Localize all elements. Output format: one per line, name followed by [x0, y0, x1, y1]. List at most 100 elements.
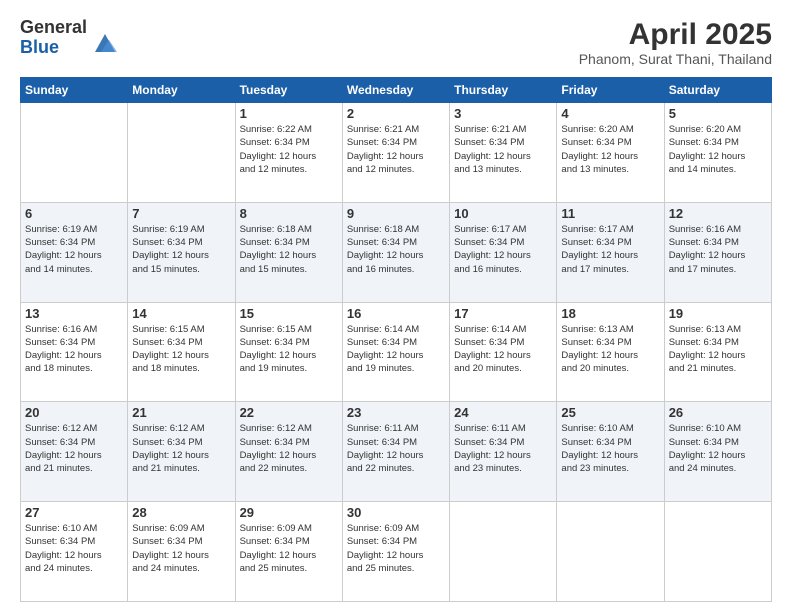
day-number: 28	[132, 505, 230, 520]
day-detail: Sunrise: 6:10 AM Sunset: 6:34 PM Dayligh…	[561, 422, 659, 475]
day-detail: Sunrise: 6:16 AM Sunset: 6:34 PM Dayligh…	[25, 323, 123, 376]
calendar-cell	[128, 103, 235, 203]
calendar-cell: 21 Sunrise: 6:12 AM Sunset: 6:34 PM Dayli…	[128, 402, 235, 502]
day-detail: Sunrise: 6:13 AM Sunset: 6:34 PM Dayligh…	[669, 323, 767, 376]
day-number: 17	[454, 306, 552, 321]
calendar-cell: 5 Sunrise: 6:20 AM Sunset: 6:34 PM Daylig…	[664, 103, 771, 203]
day-number: 24	[454, 405, 552, 420]
day-number: 12	[669, 206, 767, 221]
day-number: 20	[25, 405, 123, 420]
calendar-cell: 30Sunrise: 6:09 AM Sunset: 6:34 PM Dayli…	[342, 502, 449, 602]
day-detail: Sunrise: 6:21 AM Sunset: 6:34 PM Dayligh…	[454, 123, 552, 176]
calendar-cell	[664, 502, 771, 602]
day-detail: Sunrise: 6:10 AM Sunset: 6:34 PM Dayligh…	[669, 422, 767, 475]
day-number: 25	[561, 405, 659, 420]
calendar-cell: 8 Sunrise: 6:18 AM Sunset: 6:34 PM Daylig…	[235, 202, 342, 302]
calendar-header-wednesday: Wednesday	[342, 78, 449, 103]
day-detail: Sunrise: 6:15 AM Sunset: 6:34 PM Dayligh…	[240, 323, 338, 376]
day-detail: Sunrise: 6:20 AM Sunset: 6:34 PM Dayligh…	[669, 123, 767, 176]
calendar-cell: 24 Sunrise: 6:11 AM Sunset: 6:34 PM Dayli…	[450, 402, 557, 502]
calendar-table: SundayMondayTuesdayWednesdayThursdayFrid…	[20, 77, 772, 602]
day-number: 16	[347, 306, 445, 321]
day-number: 1	[240, 106, 338, 121]
calendar-cell: 22Sunrise: 6:12 AM Sunset: 6:34 PM Dayli…	[235, 402, 342, 502]
day-number: 26	[669, 405, 767, 420]
logo-general: General	[20, 18, 87, 38]
day-detail: Sunrise: 6:14 AM Sunset: 6:34 PM Dayligh…	[454, 323, 552, 376]
calendar-cell: 20 Sunrise: 6:12 AM Sunset: 6:34 PM Dayli…	[21, 402, 128, 502]
day-detail: Sunrise: 6:09 AM Sunset: 6:34 PM Dayligh…	[240, 522, 338, 575]
day-number: 5	[669, 106, 767, 121]
calendar-cell: 23Sunrise: 6:11 AM Sunset: 6:34 PM Dayli…	[342, 402, 449, 502]
day-number: 4	[561, 106, 659, 121]
day-number: 8	[240, 206, 338, 221]
calendar-header-tuesday: Tuesday	[235, 78, 342, 103]
day-number: 11	[561, 206, 659, 221]
calendar-cell: 29 Sunrise: 6:09 AM Sunset: 6:34 PM Dayli…	[235, 502, 342, 602]
day-detail: Sunrise: 6:11 AM Sunset: 6:34 PM Dayligh…	[454, 422, 552, 475]
day-detail: Sunrise: 6:17 AM Sunset: 6:34 PM Dayligh…	[561, 223, 659, 276]
calendar-cell: 14 Sunrise: 6:15 AM Sunset: 6:34 PM Dayli…	[128, 302, 235, 402]
day-number: 10	[454, 206, 552, 221]
day-number: 9	[347, 206, 445, 221]
day-number: 27	[25, 505, 123, 520]
day-number: 29	[240, 505, 338, 520]
day-detail: Sunrise: 6:18 AM Sunset: 6:34 PM Dayligh…	[347, 223, 445, 276]
day-number: 15	[240, 306, 338, 321]
calendar-cell: 18Sunrise: 6:13 AM Sunset: 6:34 PM Dayli…	[557, 302, 664, 402]
calendar-cell	[557, 502, 664, 602]
day-number: 21	[132, 405, 230, 420]
calendar-cell: 17 Sunrise: 6:14 AM Sunset: 6:34 PM Dayli…	[450, 302, 557, 402]
day-detail: Sunrise: 6:18 AM Sunset: 6:34 PM Dayligh…	[240, 223, 338, 276]
day-detail: Sunrise: 6:10 AM Sunset: 6:34 PM Dayligh…	[25, 522, 123, 575]
day-detail: Sunrise: 6:15 AM Sunset: 6:34 PM Dayligh…	[132, 323, 230, 376]
calendar-cell: 25 Sunrise: 6:10 AM Sunset: 6:34 PM Dayli…	[557, 402, 664, 502]
calendar-header-row: SundayMondayTuesdayWednesdayThursdayFrid…	[21, 78, 772, 103]
day-detail: Sunrise: 6:21 AM Sunset: 6:34 PM Dayligh…	[347, 123, 445, 176]
calendar-cell: 1 Sunrise: 6:22 AM Sunset: 6:34 PM Daylig…	[235, 103, 342, 203]
calendar-cell: 26 Sunrise: 6:10 AM Sunset: 6:34 PM Dayli…	[664, 402, 771, 502]
day-detail: Sunrise: 6:17 AM Sunset: 6:34 PM Dayligh…	[454, 223, 552, 276]
day-number: 3	[454, 106, 552, 121]
header: General Blue April 2025 Phanom, Surat Th…	[20, 18, 772, 67]
calendar-week-5: 27 Sunrise: 6:10 AM Sunset: 6:34 PM Dayli…	[21, 502, 772, 602]
day-detail: Sunrise: 6:09 AM Sunset: 6:34 PM Dayligh…	[132, 522, 230, 575]
day-detail: Sunrise: 6:12 AM Sunset: 6:34 PM Dayligh…	[132, 422, 230, 475]
logo-icon	[91, 28, 119, 56]
calendar-cell: 19 Sunrise: 6:13 AM Sunset: 6:34 PM Dayli…	[664, 302, 771, 402]
calendar-week-1: 1 Sunrise: 6:22 AM Sunset: 6:34 PM Daylig…	[21, 103, 772, 203]
day-number: 18	[561, 306, 659, 321]
day-number: 22	[240, 405, 338, 420]
page: General Blue April 2025 Phanom, Surat Th…	[0, 0, 792, 612]
title-block: April 2025 Phanom, Surat Thani, Thailand	[579, 18, 772, 67]
day-number: 14	[132, 306, 230, 321]
calendar-cell: 10 Sunrise: 6:17 AM Sunset: 6:34 PM Dayli…	[450, 202, 557, 302]
day-detail: Sunrise: 6:16 AM Sunset: 6:34 PM Dayligh…	[669, 223, 767, 276]
day-detail: Sunrise: 6:12 AM Sunset: 6:34 PM Dayligh…	[25, 422, 123, 475]
calendar-header-monday: Monday	[128, 78, 235, 103]
day-detail: Sunrise: 6:20 AM Sunset: 6:34 PM Dayligh…	[561, 123, 659, 176]
day-detail: Sunrise: 6:19 AM Sunset: 6:34 PM Dayligh…	[132, 223, 230, 276]
calendar-cell: 11 Sunrise: 6:17 AM Sunset: 6:34 PM Dayli…	[557, 202, 664, 302]
day-number: 23	[347, 405, 445, 420]
main-title: April 2025	[579, 18, 772, 51]
day-number: 2	[347, 106, 445, 121]
calendar-cell: 16Sunrise: 6:14 AM Sunset: 6:34 PM Dayli…	[342, 302, 449, 402]
day-detail: Sunrise: 6:19 AM Sunset: 6:34 PM Dayligh…	[25, 223, 123, 276]
calendar-cell: 15 Sunrise: 6:15 AM Sunset: 6:34 PM Dayli…	[235, 302, 342, 402]
calendar-cell: 4 Sunrise: 6:20 AM Sunset: 6:34 PM Daylig…	[557, 103, 664, 203]
calendar-cell: 28 Sunrise: 6:09 AM Sunset: 6:34 PM Dayli…	[128, 502, 235, 602]
day-detail: Sunrise: 6:22 AM Sunset: 6:34 PM Dayligh…	[240, 123, 338, 176]
calendar-cell: 3 Sunrise: 6:21 AM Sunset: 6:34 PM Daylig…	[450, 103, 557, 203]
day-number: 13	[25, 306, 123, 321]
calendar-week-3: 13 Sunrise: 6:16 AM Sunset: 6:34 PM Dayli…	[21, 302, 772, 402]
calendar-cell: 13 Sunrise: 6:16 AM Sunset: 6:34 PM Dayli…	[21, 302, 128, 402]
calendar-cell	[450, 502, 557, 602]
calendar-cell: 2 Sunrise: 6:21 AM Sunset: 6:34 PM Daylig…	[342, 103, 449, 203]
calendar-header-sunday: Sunday	[21, 78, 128, 103]
day-number: 19	[669, 306, 767, 321]
day-number: 7	[132, 206, 230, 221]
subtitle: Phanom, Surat Thani, Thailand	[579, 51, 772, 67]
day-number: 30	[347, 505, 445, 520]
calendar-cell: 7 Sunrise: 6:19 AM Sunset: 6:34 PM Daylig…	[128, 202, 235, 302]
